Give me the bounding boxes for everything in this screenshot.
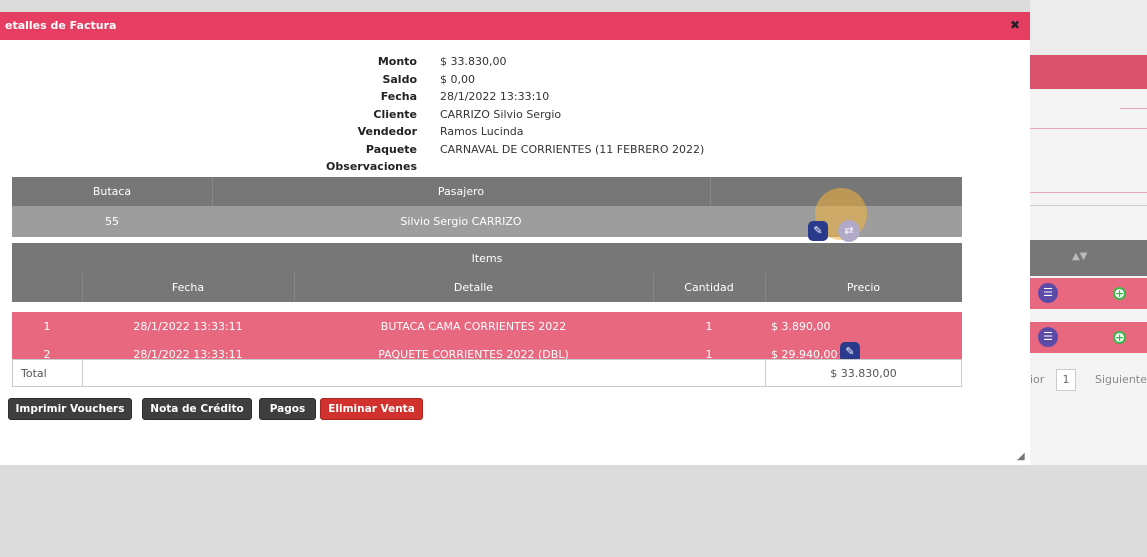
info-row-cliente: Cliente CARRIZO Silvio Sergio <box>300 105 750 123</box>
info-value: 28/1/2022 13:33:10 <box>440 90 550 103</box>
info-label: Fecha <box>380 90 417 103</box>
background-table-header: ▲▼ <box>1030 240 1147 276</box>
close-icon[interactable]: ✖ <box>1010 18 1020 32</box>
background-table-row: ☰ + <box>1030 278 1147 309</box>
item-detail: BUTACA CAMA CORRIENTES 2022 <box>380 319 567 333</box>
column-header-precio: Precio <box>846 281 881 294</box>
item-quantity: 1 <box>705 319 713 333</box>
background-title-bar <box>1030 55 1147 89</box>
delete-sale-button[interactable]: Eliminar Venta <box>320 398 423 420</box>
pagination: ior 1 Siguiente <box>1030 369 1147 391</box>
background-divider <box>1030 128 1147 129</box>
sort-icon[interactable]: ▲▼ <box>1072 251 1087 262</box>
column-header-pasajero: Pasajero <box>437 185 485 198</box>
item-date: 28/1/2022 13:33:11 <box>133 319 243 333</box>
info-value: Ramos Lucinda <box>440 125 524 138</box>
total-value: $ 33.830,00 <box>830 366 897 380</box>
info-row-monto: Monto $ 33.830,00 <box>300 52 750 70</box>
column-divider <box>82 360 83 386</box>
background-divider <box>1030 192 1147 193</box>
resize-handle-icon[interactable]: ◢ <box>1017 451 1025 462</box>
info-label: Monto <box>377 55 417 68</box>
background-top-area <box>1030 0 1147 55</box>
item-number: 1 <box>43 319 51 333</box>
column-header-detalle: Detalle <box>453 281 494 294</box>
info-label: Cliente <box>373 107 417 121</box>
info-value: CARNAVAL DE CORRIENTES (11 FEBRERO 2022) <box>440 142 705 156</box>
edit-passenger-icon[interactable]: ✎ <box>808 221 828 241</box>
modal-header: etalles de Factura ✖ <box>0 12 1030 40</box>
pagination-next[interactable]: Siguiente <box>1095 373 1147 386</box>
info-label: Vendedor <box>357 125 417 138</box>
change-seat-icon[interactable]: ⇄ <box>838 220 860 242</box>
info-label: Saldo <box>382 72 417 86</box>
info-row-observaciones: Observaciones <box>300 157 750 175</box>
add-icon[interactable]: + <box>1113 331 1126 344</box>
background-page: ▲▼ ☰ + ☰ + ior 1 Siguiente <box>1030 0 1147 465</box>
pagination-prev[interactable]: ior <box>1030 373 1044 386</box>
invoice-summary: Monto $ 33.830,00 Saldo $ 0,00 Fecha 28/… <box>300 52 750 175</box>
info-row-vendedor: Vendedor Ramos Lucinda <box>300 122 750 140</box>
background-table-row: ☰ + <box>1030 322 1147 353</box>
details-icon[interactable]: ☰ <box>1038 283 1058 303</box>
print-vouchers-button[interactable]: Imprimir Vouchers <box>8 398 132 420</box>
details-icon[interactable]: ☰ <box>1038 327 1058 347</box>
add-icon[interactable]: + <box>1113 287 1126 300</box>
info-value: $ 0,00 <box>440 72 475 86</box>
info-value: $ 33.830,00 <box>440 55 507 68</box>
info-label: Paquete <box>365 142 417 156</box>
payments-button[interactable]: Pagos <box>259 398 316 420</box>
passenger-seat: 55 <box>105 215 119 228</box>
info-row-fecha: Fecha 28/1/2022 13:33:10 <box>300 87 750 105</box>
column-header-butaca: Butaca <box>92 185 132 198</box>
info-value: CARRIZO Silvio Sergio <box>440 107 562 121</box>
items-title: Items <box>12 243 962 273</box>
column-header-cantidad: Cantidad <box>684 281 734 294</box>
info-row-paquete: Paquete CARNAVAL DE CORRIENTES (11 FEBRE… <box>300 140 750 158</box>
info-row-saldo: Saldo $ 0,00 <box>300 70 750 88</box>
background-divider <box>1120 108 1147 109</box>
column-header-fecha: Fecha <box>171 281 205 294</box>
passenger-name: Silvio Sergio CARRIZO <box>400 215 522 228</box>
total-row: Total $ 33.830,00 <box>12 359 962 387</box>
items-table-header: Fecha Detalle Cantidad Precio <box>12 273 962 302</box>
pagination-page[interactable]: 1 <box>1056 369 1076 391</box>
modal-title: etalles de Factura <box>5 19 117 32</box>
item-price: $ 3.890,00 <box>771 319 831 333</box>
credit-note-button[interactable]: Nota de Crédito <box>142 398 252 420</box>
item-row: 1 28/1/2022 13:33:11 BUTACA CAMA CORRIEN… <box>12 312 962 340</box>
info-label: Observaciones <box>326 160 417 173</box>
total-label: Total <box>21 366 47 380</box>
column-header-number <box>12 273 82 302</box>
background-divider <box>1030 205 1147 206</box>
